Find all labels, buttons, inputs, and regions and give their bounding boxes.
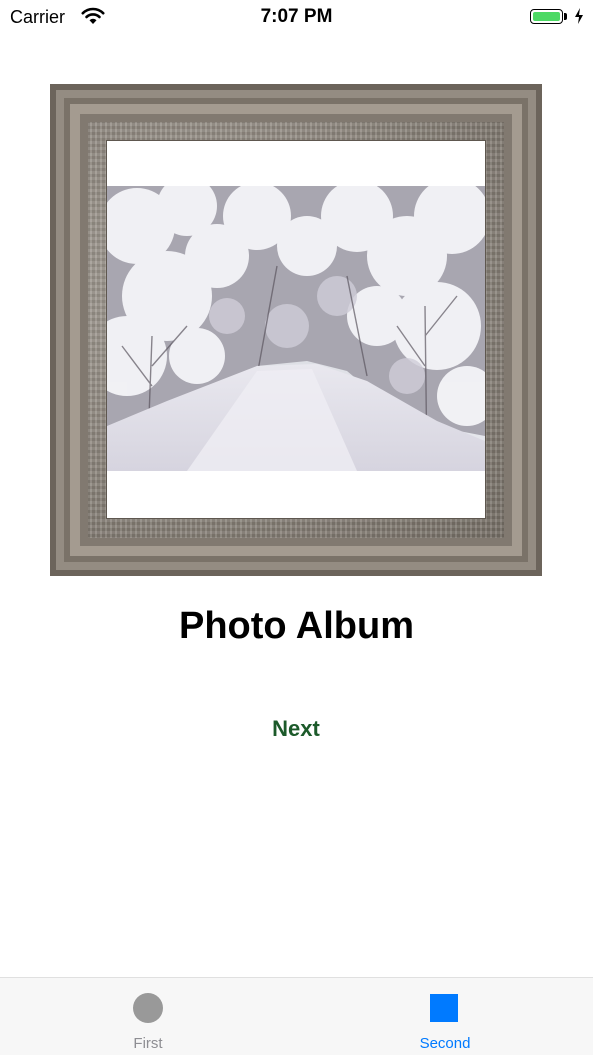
photo-frame [50, 84, 542, 576]
tab-second[interactable]: Second [297, 978, 593, 1056]
square-icon [430, 994, 458, 1022]
photo-mat [107, 141, 485, 518]
tab-bar: First Second [0, 977, 593, 1055]
battery-cap [564, 13, 567, 20]
tab-second-label: Second [419, 1035, 471, 1052]
snowy-forest-photo [107, 186, 485, 471]
bolt-icon [575, 8, 583, 24]
status-time: 7:07 PM [260, 6, 333, 27]
circle-icon [133, 993, 163, 1023]
status-bar: Carrier 7:07 PM [0, 0, 593, 34]
battery-icon [530, 9, 563, 24]
tab-first[interactable]: First [0, 978, 296, 1056]
page-title: Photo Album [179, 605, 414, 647]
tab-first-label: First [133, 1035, 163, 1052]
next-button[interactable]: Next [246, 712, 346, 746]
battery-level [533, 12, 560, 21]
